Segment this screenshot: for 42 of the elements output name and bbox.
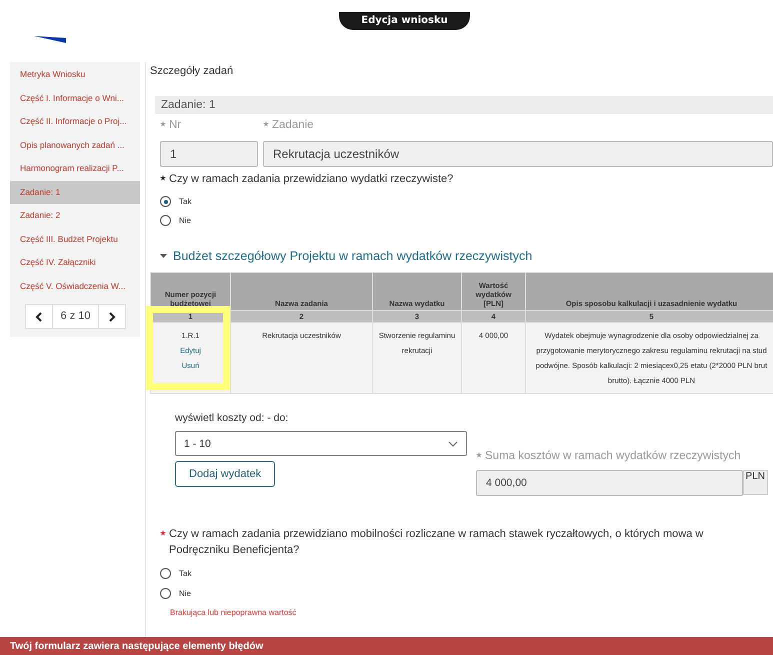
- task-header: Zadanie: 1: [155, 96, 773, 114]
- radio-label: Nie: [179, 216, 192, 225]
- caret-icon[interactable]: [160, 254, 167, 258]
- error-banner: Twój formularz zawiera następujące elementy błędów: [0, 637, 773, 655]
- chevron-right-icon: [108, 312, 116, 322]
- radio-label: Tak: [179, 568, 192, 578]
- question-text: Czy w ramach zadania przewidziano mobilności rozliczane w ramach stawek ryczałtowych, o których mowa w Podręczniku Beneficjenta?: [169, 527, 704, 558]
- radio-button[interactable]: [160, 568, 171, 578]
- text-field[interactable]: Rekrutacja uczestników: [263, 141, 773, 167]
- sidebar-item[interactable]: Część III. Budżet Projektu: [10, 228, 140, 251]
- sidebar-item[interactable]: Część IV. Załączniki: [10, 251, 140, 274]
- sidebar-item[interactable]: Zadanie: 2: [10, 204, 140, 228]
- sidebar-item[interactable]: Metryka Wniosku: [10, 63, 140, 86]
- question-text: Czy w ramach zadania przewidziano wydatki rzeczywiste?: [169, 173, 454, 185]
- currency-addon: PLN: [742, 470, 768, 495]
- range-label: wyświetl koszty od: - do:: [175, 412, 290, 424]
- sidebar-item[interactable]: Zadanie: 1: [10, 180, 140, 204]
- sum-field[interactable]: 4 000,00: [476, 470, 743, 496]
- field-label: Nr: [169, 119, 182, 131]
- sidebar-item[interactable]: Część I. Informacje o Wni...: [10, 86, 140, 110]
- section-heading: Budżet szczegółowy Projektu w ramach wydatków rzeczywistych: [173, 249, 532, 263]
- text-field[interactable]: 1: [160, 141, 258, 167]
- sidebar-item[interactable]: Część V. Oświadczenia W...: [10, 274, 140, 298]
- chevron-left-icon: [35, 312, 43, 322]
- field-label: Suma kosztów w ramach wydatków rzeczywistych: [485, 450, 741, 462]
- sidebar-item[interactable]: Opis planowanych zadań ...: [10, 134, 140, 157]
- radio-label: Nie: [179, 588, 192, 598]
- page-title: Edycja wniosku: [339, 12, 470, 30]
- section-title: Szczegóły zadań: [150, 65, 234, 77]
- add-expense-button[interactable]: Dodaj wydatek: [175, 461, 276, 487]
- sidebar-item[interactable]: Harmonogram realizacji P...: [10, 157, 140, 180]
- chevron-down-icon: [448, 440, 458, 446]
- radio-button[interactable]: [160, 215, 171, 226]
- range-select[interactable]: 1 - 10: [175, 431, 467, 456]
- field-label: Zadanie: [272, 119, 314, 131]
- logo-fragment-icon: [34, 36, 66, 43]
- page-indicator: 6 z 10: [60, 309, 92, 324]
- radio-label: Tak: [179, 197, 192, 206]
- error-message: Brakująca lub niepoprawna wartość: [170, 608, 298, 617]
- radio-button[interactable]: [160, 196, 171, 207]
- radio-button[interactable]: [160, 588, 171, 598]
- sidebar-item[interactable]: Część II. Informacje o Proj...: [10, 110, 140, 134]
